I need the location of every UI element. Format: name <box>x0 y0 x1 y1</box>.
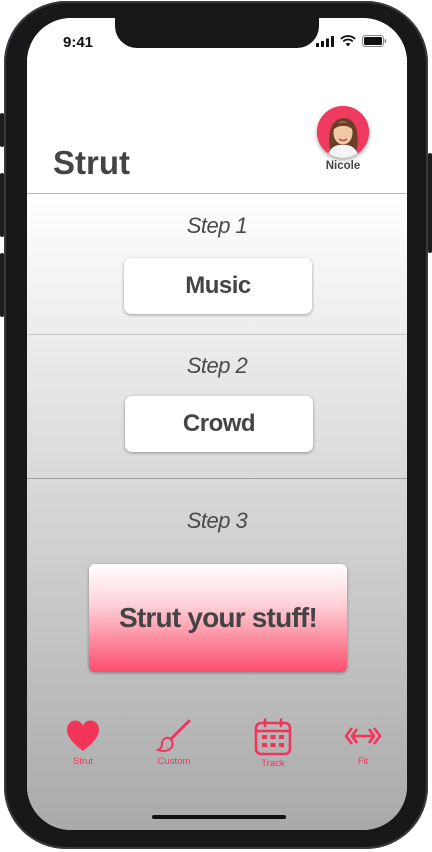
wifi-icon <box>340 35 356 47</box>
tab-track-label: Track <box>261 758 285 769</box>
step-3-label: Step 3 <box>186 508 248 533</box>
tab-fit-label: Fit <box>357 756 369 767</box>
power-button <box>428 153 432 253</box>
signal-icon <box>316 35 334 47</box>
tab-fit[interactable]: Fit <box>325 718 401 767</box>
paintbrush-icon <box>155 719 191 752</box>
tab-custom[interactable]: Custom <box>136 718 212 767</box>
mute-switch <box>0 113 4 147</box>
profile-name: Nicole <box>325 160 361 172</box>
dumbbell-icon <box>344 727 382 745</box>
phone-frame: 9:41 Strut Nicole Step 1 Music Step 2 Cr… <box>0 1 432 849</box>
status-time: 9:41 <box>63 34 94 51</box>
notch <box>115 18 319 48</box>
heart-icon <box>67 720 99 751</box>
tab-bar: Strut Custom Track Fit <box>27 718 407 788</box>
header-divider <box>27 193 407 194</box>
volume-up-button <box>0 173 4 237</box>
tab-custom-label: Custom <box>157 756 191 767</box>
home-indicator[interactable] <box>152 815 286 819</box>
screen: 9:41 Strut Nicole Step 1 Music Step 2 Cr… <box>27 18 407 830</box>
music-button[interactable]: Music <box>124 258 312 314</box>
crowd-button[interactable]: Crowd <box>125 396 313 452</box>
app-title: Strut <box>53 144 130 181</box>
battery-icon <box>362 35 387 47</box>
strut-your-stuff-button[interactable]: Strut your stuff! <box>89 564 347 672</box>
tab-strut[interactable]: Strut <box>45 718 121 767</box>
tab-track[interactable]: Track <box>235 718 311 769</box>
tab-strut-label: Strut <box>72 756 94 767</box>
step-divider-2 <box>27 478 407 479</box>
avatar-photo <box>317 106 369 158</box>
step-2-label: Step 2 <box>186 353 248 378</box>
status-icons <box>316 35 387 47</box>
calendar-icon <box>254 718 292 756</box>
step-1-label: Step 1 <box>186 213 248 238</box>
profile[interactable]: Nicole <box>315 106 371 172</box>
volume-down-button <box>0 253 4 317</box>
step-divider-1 <box>27 334 407 335</box>
avatar[interactable] <box>317 106 369 158</box>
